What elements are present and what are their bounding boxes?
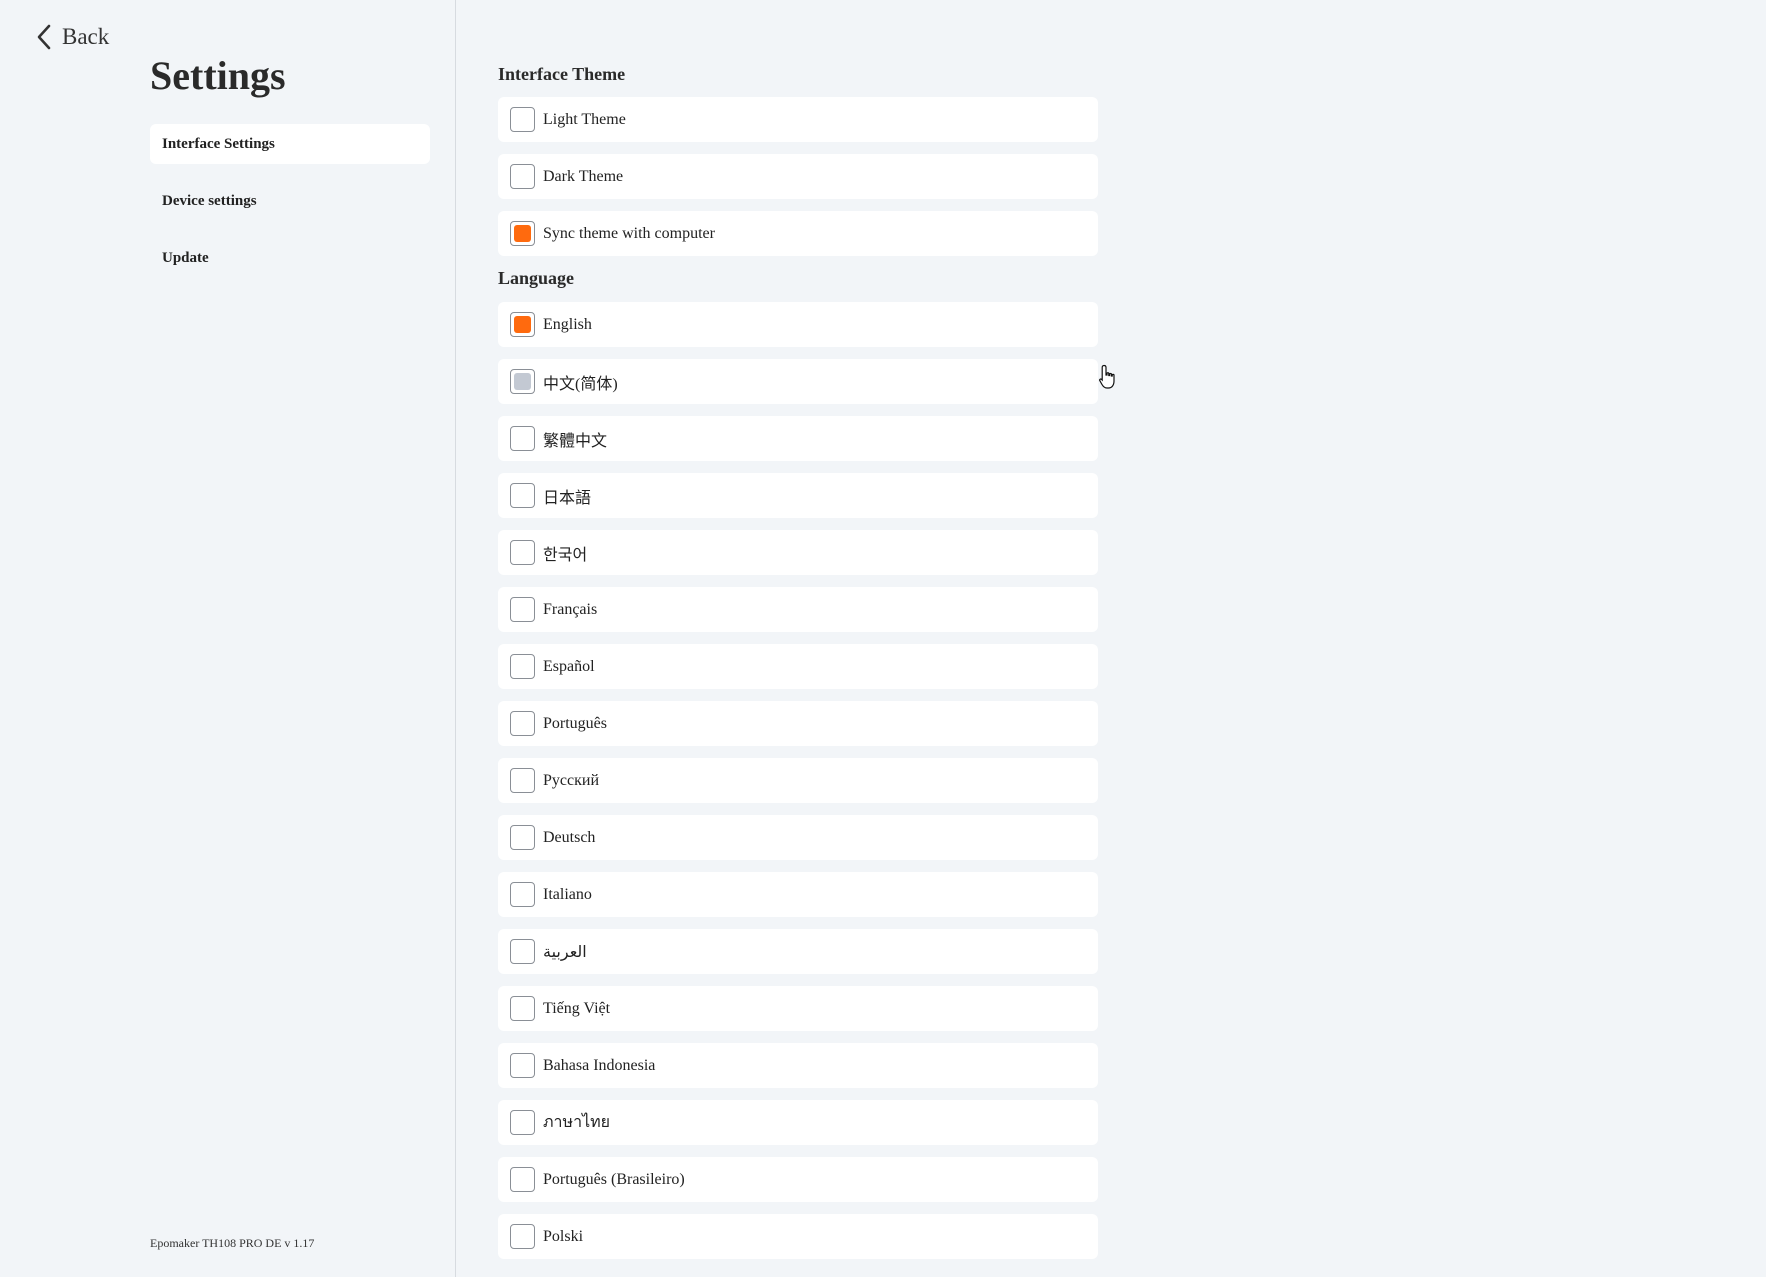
- checkbox-fill: [514, 225, 531, 242]
- back-label: Back: [62, 24, 110, 49]
- language-option[interactable]: ภาษาไทย: [498, 1100, 1098, 1145]
- page-title: Settings: [150, 53, 286, 98]
- option-label: Русский: [543, 771, 599, 789]
- option-label: 한국어: [543, 546, 588, 564]
- checkbox-fill: [514, 487, 531, 504]
- language-option[interactable]: Italiano: [498, 872, 1098, 917]
- hand-cursor-icon: [1098, 364, 1118, 395]
- language-option[interactable]: Русский: [498, 758, 1098, 803]
- checkbox-fill: [514, 601, 531, 618]
- checkbox-fill: [514, 316, 531, 333]
- checkbox[interactable]: [510, 1167, 535, 1192]
- checkbox[interactable]: [510, 1224, 535, 1249]
- language-option[interactable]: Español: [498, 644, 1098, 689]
- checkbox[interactable]: [510, 654, 535, 679]
- language-option[interactable]: 中文(简体): [498, 359, 1098, 404]
- option-label: Português (Brasileiro): [543, 1170, 685, 1188]
- language-option[interactable]: English: [498, 302, 1098, 347]
- checkbox-fill: [514, 886, 531, 903]
- checkbox[interactable]: [510, 996, 535, 1021]
- checkbox[interactable]: [510, 1053, 535, 1078]
- checkbox[interactable]: [510, 825, 535, 850]
- checkbox[interactable]: [510, 711, 535, 736]
- language-option[interactable]: Polski: [498, 1214, 1098, 1259]
- option-label: Français: [543, 600, 598, 618]
- checkbox-fill: [514, 715, 531, 732]
- option-label: Light Theme: [543, 110, 626, 128]
- checkbox-fill: [514, 1000, 531, 1017]
- checkbox-fill: [514, 1171, 531, 1188]
- checkbox[interactable]: [510, 369, 535, 394]
- checkbox[interactable]: [510, 597, 535, 622]
- checkbox[interactable]: [510, 1110, 535, 1135]
- language-option[interactable]: Tiếng Việt: [498, 986, 1098, 1031]
- checkbox-fill: [514, 168, 531, 185]
- checkbox-fill: [514, 772, 531, 789]
- option-label: English: [543, 315, 592, 333]
- checkbox[interactable]: [510, 164, 535, 189]
- checkbox-fill: [514, 1057, 531, 1074]
- checkbox[interactable]: [510, 882, 535, 907]
- checkbox-fill: [514, 111, 531, 128]
- checkbox[interactable]: [510, 483, 535, 508]
- option-label: ภาษาไทย: [543, 1114, 611, 1131]
- nav-item-interface-settings[interactable]: Interface Settings: [150, 124, 430, 164]
- checkbox[interactable]: [510, 768, 535, 793]
- checkbox-fill: [514, 373, 531, 390]
- checkbox[interactable]: [510, 426, 535, 451]
- language-option[interactable]: Português: [498, 701, 1098, 746]
- language-option[interactable]: العربية: [498, 929, 1098, 974]
- option-label: 中文(简体): [543, 375, 618, 393]
- language-option[interactable]: 日本語: [498, 473, 1098, 518]
- option-label: 日本語: [543, 489, 592, 507]
- option-label: Tiếng Việt: [543, 999, 611, 1017]
- theme-option[interactable]: Light Theme: [498, 97, 1098, 142]
- theme-option[interactable]: Sync theme with computer: [498, 211, 1098, 256]
- sidebar: Back Settings Interface Settings Device …: [0, 0, 456, 1277]
- option-label: Español: [543, 657, 595, 675]
- language-option[interactable]: 繁體中文: [498, 416, 1098, 461]
- option-label: 繁體中文: [543, 432, 608, 450]
- nav-item-update[interactable]: Update: [150, 238, 430, 278]
- checkbox[interactable]: [510, 939, 535, 964]
- checkbox-fill: [514, 544, 531, 561]
- version-label: Epomaker TH108 PRO DE v 1.17: [150, 1236, 315, 1250]
- option-label: Dark Theme: [543, 167, 624, 185]
- checkbox[interactable]: [510, 540, 535, 565]
- option-label: Português: [543, 714, 607, 732]
- language-option[interactable]: 한국어: [498, 530, 1098, 575]
- option-label: Polski: [543, 1227, 584, 1245]
- checkbox-fill: [514, 1228, 531, 1245]
- checkbox-fill: [514, 658, 531, 675]
- language-option[interactable]: Português (Brasileiro): [498, 1157, 1098, 1202]
- checkbox-fill: [514, 943, 531, 960]
- theme-option[interactable]: Dark Theme: [498, 154, 1098, 199]
- checkbox-fill: [514, 1114, 531, 1131]
- option-label: Sync theme with computer: [543, 224, 715, 242]
- settings-nav: Interface Settings Device settings Updat…: [150, 124, 430, 295]
- checkbox-fill: [514, 430, 531, 447]
- language-option[interactable]: Deutsch: [498, 815, 1098, 860]
- interface-theme-heading: Interface Theme: [498, 64, 626, 84]
- option-label: Italiano: [543, 885, 592, 903]
- checkbox[interactable]: [510, 107, 535, 132]
- option-label: العربية: [543, 943, 587, 961]
- language-heading: Language: [498, 268, 575, 288]
- chevron-left-icon: [36, 24, 52, 50]
- language-option[interactable]: Français: [498, 587, 1098, 632]
- option-label: Deutsch: [543, 828, 596, 846]
- nav-item-device-settings[interactable]: Device settings: [150, 181, 430, 221]
- option-label: Bahasa Indonesia: [543, 1056, 656, 1074]
- checkbox-fill: [514, 829, 531, 846]
- checkbox[interactable]: [510, 312, 535, 337]
- back-button[interactable]: Back: [36, 24, 109, 50]
- language-option[interactable]: Bahasa Indonesia: [498, 1043, 1098, 1088]
- checkbox[interactable]: [510, 221, 535, 246]
